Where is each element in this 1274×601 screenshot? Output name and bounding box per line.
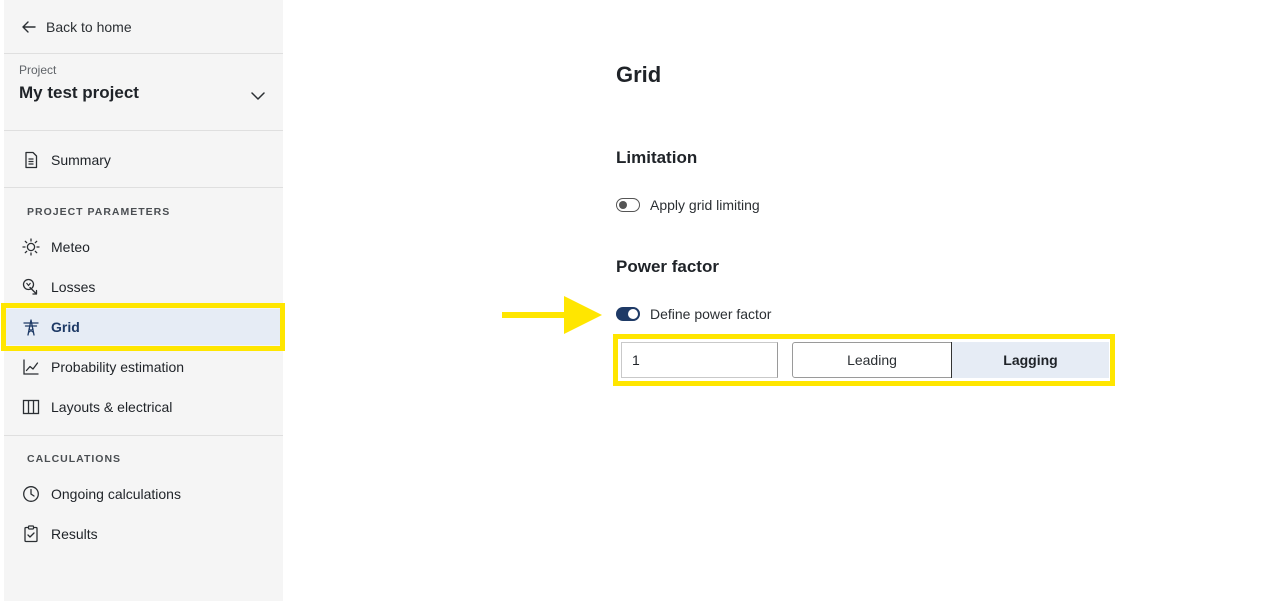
chart-line-icon bbox=[23, 359, 39, 375]
sidebar: Back to home Project My test project Sum… bbox=[4, 0, 283, 601]
power-factor-input[interactable] bbox=[621, 342, 778, 378]
clipboard-check-icon bbox=[24, 525, 38, 543]
power-factor-controls: Leading Lagging bbox=[613, 334, 1115, 386]
section-label-project-parameters: PROJECT PARAMETERS bbox=[27, 206, 171, 218]
leading-option-button[interactable]: Leading bbox=[792, 342, 952, 378]
layout-columns-icon bbox=[22, 399, 40, 415]
sidebar-item-meteo[interactable]: Meteo bbox=[4, 229, 283, 265]
sidebar-item-label: Results bbox=[51, 526, 98, 542]
toggle-switch-on[interactable] bbox=[616, 307, 640, 321]
project-kicker: Project bbox=[19, 63, 57, 77]
define-power-factor-toggle[interactable]: Define power factor bbox=[616, 306, 771, 322]
sidebar-item-label: Probability estimation bbox=[51, 359, 185, 375]
project-name: My test project bbox=[19, 83, 139, 102]
apply-grid-limiting-toggle[interactable]: Apply grid limiting bbox=[616, 197, 760, 213]
arrow-right-icon bbox=[502, 296, 602, 334]
sidebar-item-results[interactable]: Results bbox=[4, 516, 283, 552]
lagging-option-button[interactable]: Lagging bbox=[951, 342, 1109, 378]
sidebar-item-label: Layouts & electrical bbox=[51, 399, 173, 415]
sidebar-item-label: Ongoing calculations bbox=[51, 486, 181, 502]
sidebar-item-label: Meteo bbox=[51, 239, 90, 255]
toggle-label: Define power factor bbox=[650, 306, 772, 322]
app-root: Back to home Project My test project Sum… bbox=[0, 0, 1274, 601]
back-to-home-link[interactable]: Back to home bbox=[4, 0, 283, 54]
power-factor-heading: Power factor bbox=[616, 257, 719, 276]
section-label-calculations: CALCULATIONS bbox=[27, 453, 122, 465]
sidebar-item-probability-estimation[interactable]: Probability estimation bbox=[4, 349, 283, 385]
limitation-heading: Limitation bbox=[616, 148, 698, 167]
back-to-home-label: Back to home bbox=[46, 18, 132, 35]
sidebar-item-summary[interactable]: Summary bbox=[4, 142, 283, 178]
sidebar-item-label: Losses bbox=[51, 279, 96, 295]
sidebar-item-losses[interactable]: Losses bbox=[4, 269, 283, 305]
page-title: Grid bbox=[616, 62, 662, 87]
sidebar-item-label: Summary bbox=[51, 152, 111, 168]
sidebar-item-layouts-electrical[interactable]: Layouts & electrical bbox=[4, 389, 283, 425]
sidebar-item-label: Grid bbox=[51, 319, 80, 335]
toggle-label: Apply grid limiting bbox=[650, 197, 760, 213]
clock-icon bbox=[23, 486, 39, 502]
project-selector[interactable]: Project My test project bbox=[4, 55, 283, 131]
toggle-switch-off[interactable] bbox=[616, 198, 640, 212]
arrow-left-icon bbox=[22, 20, 36, 33]
sidebar-divider bbox=[4, 187, 283, 188]
sidebar-item-ongoing-calculations[interactable]: Ongoing calculations bbox=[4, 476, 283, 512]
chevron-down-icon bbox=[251, 92, 265, 100]
sun-icon bbox=[22, 238, 40, 256]
sidebar-item-grid[interactable]: Grid bbox=[4, 309, 283, 345]
power-pylon-icon bbox=[23, 319, 39, 336]
sidebar-divider bbox=[4, 435, 283, 436]
losses-icon bbox=[22, 278, 38, 295]
document-icon bbox=[25, 151, 38, 169]
